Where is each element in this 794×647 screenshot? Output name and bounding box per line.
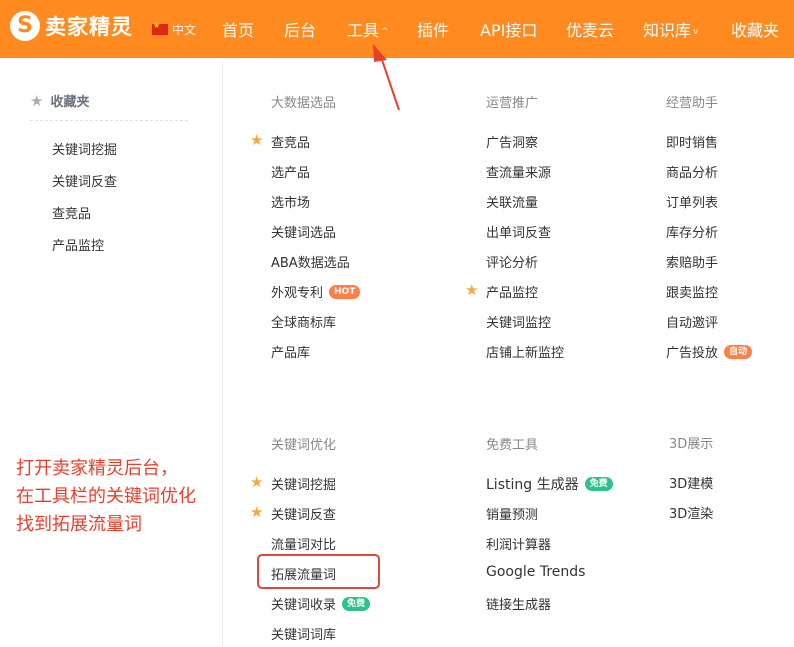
arrow-pointer	[373, 44, 400, 111]
